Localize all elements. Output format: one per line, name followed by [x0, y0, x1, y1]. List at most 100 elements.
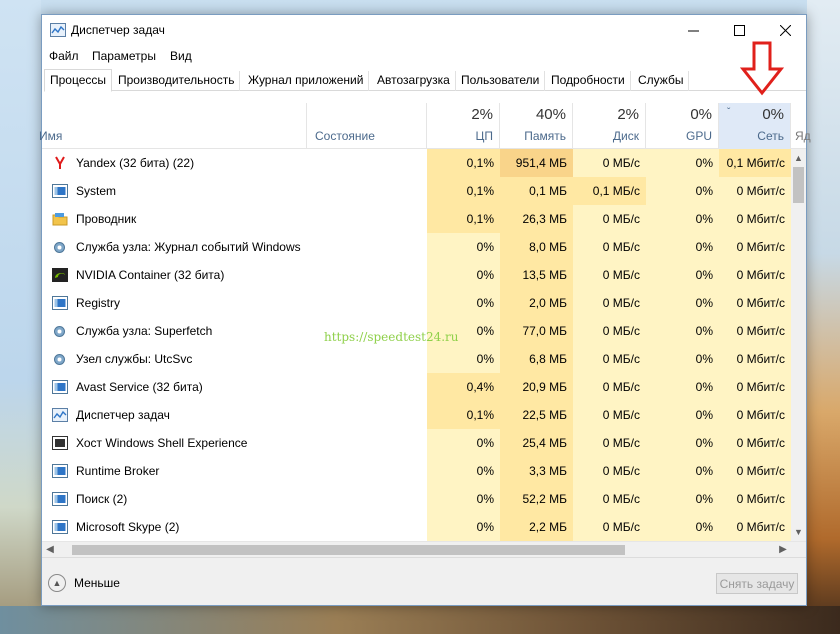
tab-app-history[interactable]: Журнал приложений — [243, 71, 370, 91]
process-state-cell — [307, 205, 427, 233]
process-state-cell — [307, 177, 427, 205]
wallpaper-right-edge — [807, 0, 840, 634]
scroll-right-icon[interactable]: ▶ — [775, 542, 791, 558]
column-network-label: Сеть — [757, 129, 784, 143]
end-task-button[interactable]: Снять задачу — [716, 573, 798, 594]
process-row[interactable]: Avast Service (32 бита) 0,4% 20,9 МБ 0 МБ/с… — [42, 373, 791, 401]
process-row[interactable]: Runtime Broker 0% 3,3 МБ 0 МБ/с 0% 0 Мбит/с — [42, 457, 791, 485]
tab-details[interactable]: Подробности — [546, 71, 631, 91]
menu-file[interactable]: Файл — [49, 49, 79, 63]
process-name: Yandex (32 бита) (22) — [76, 156, 195, 170]
process-name-cell: Диспетчер задач — [42, 401, 307, 429]
process-row[interactable]: Служба узла: Журнал событий Windows 0% 8,0… — [42, 233, 791, 261]
process-gpu: 0% — [646, 289, 719, 317]
title-bar[interactable]: Диспетчер задач — [42, 15, 806, 45]
process-cpu: 0% — [427, 261, 500, 289]
tab-users[interactable]: Пользователи — [456, 71, 546, 91]
fewer-details-button[interactable]: ▲ Меньше — [48, 573, 120, 593]
process-cpu: 0% — [427, 289, 500, 317]
process-gpu: 0% — [646, 513, 719, 541]
column-cpu[interactable]: 2% ЦП — [427, 103, 500, 149]
wallpaper-left-edge — [0, 0, 41, 634]
window-title: Диспетчер задач — [71, 23, 165, 37]
column-power-partial[interactable]: Яд — [791, 103, 811, 149]
process-memory: 26,3 МБ — [500, 205, 573, 233]
process-cpu: 0% — [427, 429, 500, 457]
process-cpu: 0% — [427, 457, 500, 485]
scroll-up-icon[interactable]: ▲ — [791, 151, 806, 165]
process-gpu: 0% — [646, 345, 719, 373]
column-name[interactable]: Имя — [39, 103, 307, 149]
process-memory: 20,9 МБ — [500, 373, 573, 401]
process-state-cell — [307, 429, 685, 457]
process-name-cell: Поиск (2) — [42, 485, 307, 513]
scroll-down-icon[interactable]: ▼ — [791, 525, 806, 539]
vertical-scrollbar[interactable]: ▲ ▼ — [791, 149, 806, 541]
task-manager-window: Диспетчер задач Файл Параметры Вид Проце… — [39, 14, 811, 606]
process-name-cell: Registry — [42, 289, 307, 317]
tab-startup[interactable]: Автозагрузка — [372, 71, 456, 91]
process-name: Проводник — [76, 212, 137, 226]
process-name-cell: NVIDIA Container (32 бита) — [42, 261, 307, 289]
vertical-scroll-thumb[interactable] — [793, 167, 804, 203]
process-row[interactable]: Microsoft Skype (2) 0% 2,2 МБ 0 МБ/с 0% 0 Мби… — [42, 513, 791, 541]
horizontal-scroll-thumb[interactable] — [72, 545, 625, 555]
process-row[interactable]: Диспетчер задач 0,1% 22,5 МБ 0 МБ/с 0% 0 Мбит… — [42, 401, 791, 429]
process-cpu: 0% — [427, 345, 500, 373]
column-disk[interactable]: 2% Диск — [573, 103, 646, 149]
process-row[interactable]: Поиск (2) 0% 52,2 МБ 0 МБ/с 0% 0 Мбит/с — [42, 485, 791, 513]
process-name: Диспетчер задач — [76, 408, 170, 422]
process-row[interactable]: Хост Windows Shell Experience 0% 25,4 МБ 0 … — [42, 429, 791, 457]
process-disk: 0 МБ/с — [573, 289, 646, 317]
process-disk: 0 МБ/с — [573, 233, 646, 261]
process-gpu: 0% — [646, 177, 719, 205]
process-network: 0 Мбит/с — [719, 345, 791, 373]
process-disk: 0 МБ/с — [573, 485, 646, 513]
wallpaper-bottom-edge — [0, 606, 840, 634]
process-name: Узел службы: UtcSvc — [76, 352, 193, 366]
process-row[interactable]: System 0,1% 0,1 МБ 0,1 МБ/с 0% 0 Мбит/с — [42, 177, 791, 205]
column-gpu[interactable]: 0% GPU — [646, 103, 719, 149]
process-memory: 951,4 МБ — [500, 149, 573, 177]
process-memory: 0,1 МБ — [500, 177, 573, 205]
process-disk: 0 МБ/с — [573, 401, 646, 429]
menu-options[interactable]: Параметры — [92, 49, 156, 63]
process-name-cell: Avast Service (32 бита) — [42, 373, 307, 401]
process-state-cell — [307, 373, 427, 401]
process-name-cell: System — [42, 177, 307, 205]
tab-services[interactable]: Службы — [633, 71, 690, 91]
process-row[interactable]: Узел службы: UtcSvc 0% 6,8 МБ 0 МБ/с 0% 0 Мби… — [42, 345, 791, 373]
process-row[interactable]: NVIDIA Container (32 бита) 0% 13,5 МБ 0 МБ/… — [42, 261, 791, 289]
minimize-icon — [687, 30, 699, 31]
gear-icon — [51, 323, 68, 339]
process-row[interactable]: Registry 0% 2,0 МБ 0 МБ/с 0% 0 Мбит/с — [42, 289, 791, 317]
tab-strip: Процессы Производительность Журнал прило… — [44, 69, 806, 92]
column-name-label: Имя — [39, 129, 63, 143]
process-state-cell — [307, 261, 427, 289]
process-name: Microsoft Skype (2) — [76, 520, 180, 534]
process-network: 0 Мбит/с — [719, 429, 791, 457]
horizontal-scrollbar[interactable]: ◀ ▶ — [42, 541, 806, 557]
process-network: 0 Мбит/с — [719, 205, 791, 233]
menu-view[interactable]: Вид — [170, 49, 192, 63]
column-memory[interactable]: 40% Память — [500, 103, 573, 149]
process-gpu: 0% — [646, 429, 719, 457]
process-memory: 22,5 МБ — [500, 401, 573, 429]
process-gpu: 0% — [646, 373, 719, 401]
process-gpu: 0% — [646, 485, 719, 513]
tab-processes[interactable]: Процессы — [44, 69, 113, 92]
minimize-button[interactable] — [670, 15, 716, 45]
folder-icon — [51, 211, 68, 227]
process-state-cell — [307, 345, 427, 373]
chevron-up-icon: ▲ — [48, 574, 66, 592]
tab-performance[interactable]: Производительность — [113, 71, 241, 91]
process-row[interactable]: Проводник 0,1% 26,3 МБ 0 МБ/с 0% 0 Мбит/с — [42, 205, 791, 233]
process-row[interactable]: Yandex (32 бита) (22) 0,1% 951,4 МБ 0 МБ/с 0… — [42, 149, 791, 177]
system-icon — [51, 519, 68, 535]
process-disk: 0 МБ/с — [573, 373, 646, 401]
scroll-left-icon[interactable]: ◀ — [42, 542, 58, 558]
process-gpu: 0% — [646, 261, 719, 289]
column-state[interactable]: Состояние — [307, 103, 427, 149]
process-name: Служба узла: Журнал событий Windows — [76, 240, 301, 254]
column-network[interactable]: ˇ 0% Сеть — [719, 103, 791, 149]
